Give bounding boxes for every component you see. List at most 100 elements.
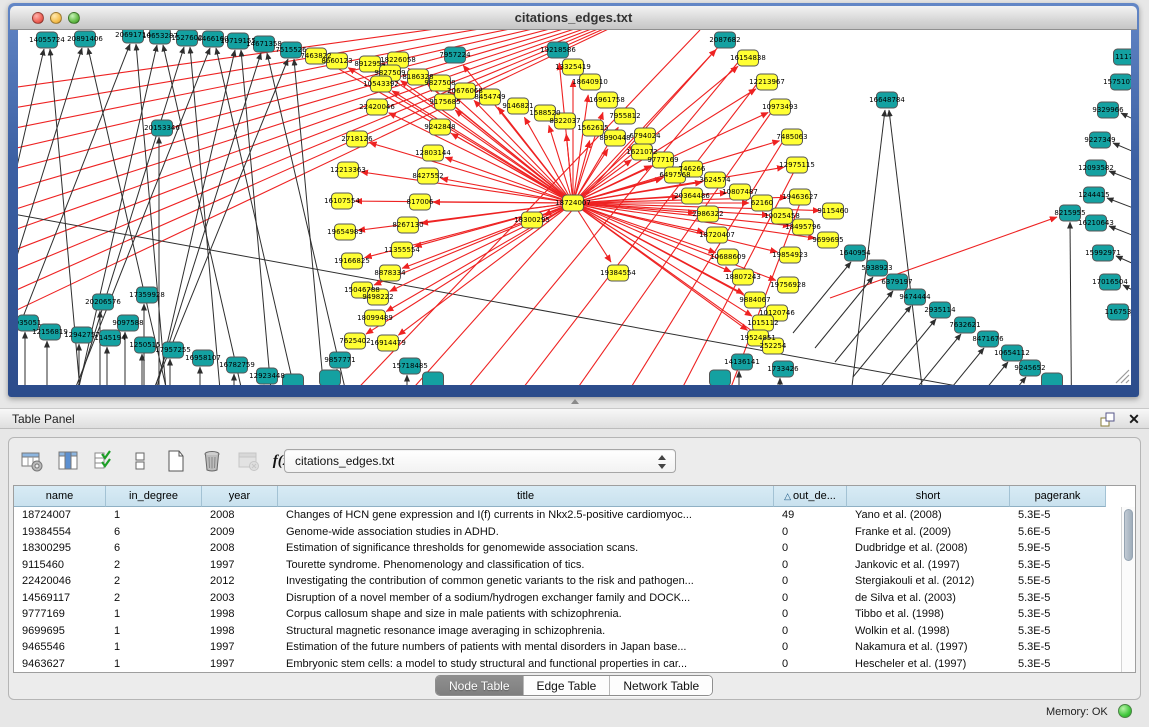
table-cell: 1 <box>106 639 202 656</box>
table-cell: 0 <box>774 656 847 673</box>
trash-button[interactable] <box>199 448 225 474</box>
table-cell: 1 <box>106 623 202 640</box>
table-row[interactable]: 946554611997Estimation of the future num… <box>14 639 1121 656</box>
sort-ascending-icon: △ <box>784 491 791 501</box>
graph-node-label: 2935114 <box>924 306 956 314</box>
graph-node-label: 6794024 <box>629 132 661 140</box>
graph-node[interactable] <box>320 370 341 385</box>
table-row[interactable]: 2242004622012Investigating the contribut… <box>14 573 1121 590</box>
table-cell: Dudbridge et al. (2008) <box>847 540 1010 557</box>
table-cell: Tibbo et al. (1998) <box>847 606 1010 623</box>
table-cell: Jankovic et al. (1997) <box>847 557 1010 574</box>
memory-status-indicator[interactable] <box>1118 704 1132 718</box>
graph-node-label: 12213363 <box>330 166 366 174</box>
tab-network-table[interactable]: Network Table <box>610 676 712 695</box>
graph-node-label: 10688609 <box>710 253 746 261</box>
table-cell: Disruption of a novel member of a sodium… <box>278 590 774 607</box>
graph-node-label: 19524851 <box>740 334 776 342</box>
graph-node-label: 17957255 <box>155 346 191 354</box>
graph-node-label: 9884067 <box>739 296 770 304</box>
table-scrollbar-thumb[interactable] <box>1124 509 1133 561</box>
column-header-title[interactable]: title <box>278 486 774 507</box>
select-columns-button[interactable] <box>55 448 81 474</box>
column-header-year[interactable]: year <box>202 486 278 507</box>
table-row[interactable]: 946362711997Embryonic stem cells: a mode… <box>14 656 1121 673</box>
graph-node-label: 1244415 <box>1078 191 1109 199</box>
table-cell: 9463627 <box>14 656 106 673</box>
float-panel-icon[interactable] <box>1100 412 1116 427</box>
graph-node-label: 14136141 <box>724 358 760 366</box>
graph-node-label: 18724007 <box>555 199 591 207</box>
table-row[interactable]: 977716911998Corpus callosum shape and si… <box>14 606 1121 623</box>
window-titlebar[interactable]: citations_edges.txt <box>10 6 1137 30</box>
table-cell: 18300295 <box>14 540 106 557</box>
graph-node-label: 12213967 <box>749 78 785 86</box>
graph-edge <box>1121 113 1131 135</box>
graph-node[interactable] <box>710 370 731 385</box>
table-cell: 0 <box>774 557 847 574</box>
graph-node[interactable] <box>423 372 444 385</box>
graph-edge <box>402 203 573 268</box>
graph-node-label: 12156819 <box>32 328 68 336</box>
table-row[interactable]: 1830029562008Estimation of significance … <box>14 540 1121 557</box>
table-row[interactable]: 1872400712008Changes of HCN gene express… <box>14 507 1121 524</box>
column-header-short[interactable]: short <box>847 486 1010 507</box>
table-cell: 5.3E-5 <box>1010 590 1106 607</box>
table-cell: 9777169 <box>14 606 106 623</box>
graph-node-label: 817006 <box>407 198 434 206</box>
table-cell: Stergiakouli et al. (2012) <box>847 573 1010 590</box>
table-cell: 0 <box>774 540 847 557</box>
graph-node-label: 9115460 <box>817 207 848 215</box>
tab-node-table[interactable]: Node Table <box>436 676 524 695</box>
table-header-row: namein_degreeyeartitle△out_de...shortpag… <box>14 486 1135 507</box>
graph-node-label: 20364486 <box>674 192 710 200</box>
graph-node-label: 62160 <box>751 199 773 207</box>
column-check-button[interactable] <box>91 448 117 474</box>
close-panel-icon[interactable]: ✕ <box>1126 410 1142 428</box>
table-row[interactable]: 1456911722003Disruption of a novel membe… <box>14 590 1121 607</box>
table-cell: Tourette syndrome. Phenomenology and cla… <box>278 557 774 574</box>
table-cell: 1997 <box>202 557 278 574</box>
table-cell: 1 <box>106 606 202 623</box>
graph-node-label: 18099489 <box>357 314 393 322</box>
graph-edge <box>190 47 227 385</box>
column-header-name[interactable]: name <box>14 486 106 507</box>
canvas-resize-grip[interactable] <box>1116 370 1129 383</box>
tab-edge-table[interactable]: Edge Table <box>524 676 611 695</box>
graph-node-label: 9498222 <box>362 293 393 301</box>
graph-node-label: 16154838 <box>730 54 766 62</box>
panel-resize-handle[interactable] <box>569 398 579 406</box>
table-scrollbar[interactable] <box>1121 507 1135 672</box>
table-settings-button[interactable] <box>19 448 45 474</box>
new-document-button[interactable] <box>163 448 189 474</box>
column-header-out_de[interactable]: △out_de... <box>774 486 847 507</box>
table-cell: 0 <box>774 606 847 623</box>
graph-node-label: 8878334 <box>374 269 406 277</box>
table-row[interactable]: 911546021997Tourette syndrome. Phenomeno… <box>14 557 1121 574</box>
graph-edge <box>1107 198 1131 220</box>
table-cell: 49 <box>774 507 847 524</box>
network-table-select[interactable]: citations_edges.txt <box>284 449 676 473</box>
table-cell: 5.5E-5 <box>1010 573 1106 590</box>
graph-node[interactable] <box>283 374 304 385</box>
graph-node-label: 18807243 <box>725 273 761 281</box>
delete-table-button-disabled[interactable] <box>235 448 261 474</box>
graph-edge <box>815 277 873 348</box>
cells-button[interactable] <box>127 448 153 474</box>
column-header-in_degree[interactable]: in_degree <box>106 486 202 507</box>
table-cell: Changes of HCN gene expression and I(f) … <box>278 507 774 524</box>
table-panel-titlebar: Table Panel ✕ <box>0 408 1149 429</box>
network-canvas[interactable]: 1405572420891406206917141065328715276026… <box>18 30 1131 385</box>
table-cell: 5.3E-5 <box>1010 623 1106 640</box>
table-cell: 19384554 <box>14 524 106 541</box>
graph-node-label: 18495796 <box>785 223 821 231</box>
graph-node-label: 19166825 <box>334 257 370 265</box>
table-cell: 0 <box>774 623 847 640</box>
graph-node[interactable] <box>1042 373 1063 385</box>
graph-node-label: 20206576 <box>85 298 121 306</box>
graph-node-label: 8990448 <box>599 134 630 142</box>
table-row[interactable]: 969969511998Structural magnetic resonanc… <box>14 623 1121 640</box>
graph-node-label: 9329966 <box>1092 106 1124 114</box>
table-row[interactable]: 1938455462009Genome-wide association stu… <box>14 524 1121 541</box>
column-header-pagerank[interactable]: pagerank <box>1010 486 1106 507</box>
